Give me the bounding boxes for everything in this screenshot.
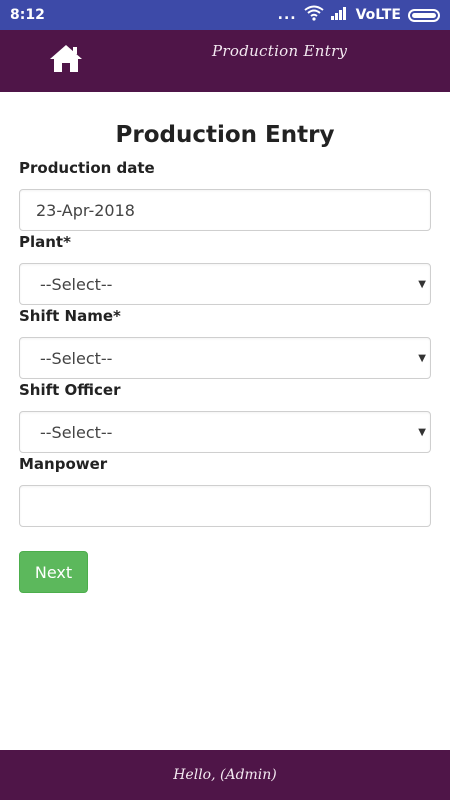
- caret-down-icon: ▼: [418, 427, 426, 438]
- caret-down-icon: ▼: [418, 279, 426, 290]
- home-icon: [49, 43, 83, 78]
- battery-icon: [408, 8, 440, 22]
- header-title: Production Entry: [212, 42, 348, 60]
- plant-select-value: --Select--: [40, 274, 113, 294]
- production-date-label: Production date: [19, 159, 155, 177]
- page-title: Production Entry: [115, 122, 335, 148]
- status-time: 8:12: [10, 7, 45, 23]
- shift-officer-select-value: --Select--: [40, 422, 113, 442]
- production-date-value: 23-Apr-2018: [36, 200, 135, 220]
- shift-officer-select[interactable]: --Select-- ▼: [19, 411, 431, 453]
- plant-select[interactable]: --Select-- ▼: [19, 263, 431, 305]
- notification-dots: ...: [277, 7, 297, 23]
- network-label: VoLTE: [355, 7, 401, 23]
- caret-down-icon: ▼: [418, 353, 426, 364]
- plant-label: Plant*: [19, 233, 71, 251]
- production-date-input[interactable]: 23-Apr-2018: [19, 189, 431, 231]
- signal-icon: [330, 6, 349, 24]
- app-header: Production Entry: [0, 30, 450, 92]
- shift-name-label: Shift Name*: [19, 307, 121, 325]
- wifi-icon: [303, 5, 324, 25]
- next-button[interactable]: Next: [19, 551, 88, 593]
- manpower-label: Manpower: [19, 455, 108, 473]
- shift-name-select[interactable]: --Select-- ▼: [19, 337, 431, 379]
- status-icons: ... VoLTE: [278, 5, 440, 25]
- status-bar: 8:12 ... VoLTE: [0, 0, 450, 30]
- shift-name-select-value: --Select--: [40, 348, 113, 368]
- shift-officer-label: Shift Officer: [19, 381, 121, 399]
- home-button[interactable]: [48, 43, 84, 77]
- footer: Hello, (Admin): [0, 750, 450, 800]
- footer-greeting: Hello, (Admin): [173, 767, 277, 783]
- manpower-input[interactable]: [19, 485, 431, 527]
